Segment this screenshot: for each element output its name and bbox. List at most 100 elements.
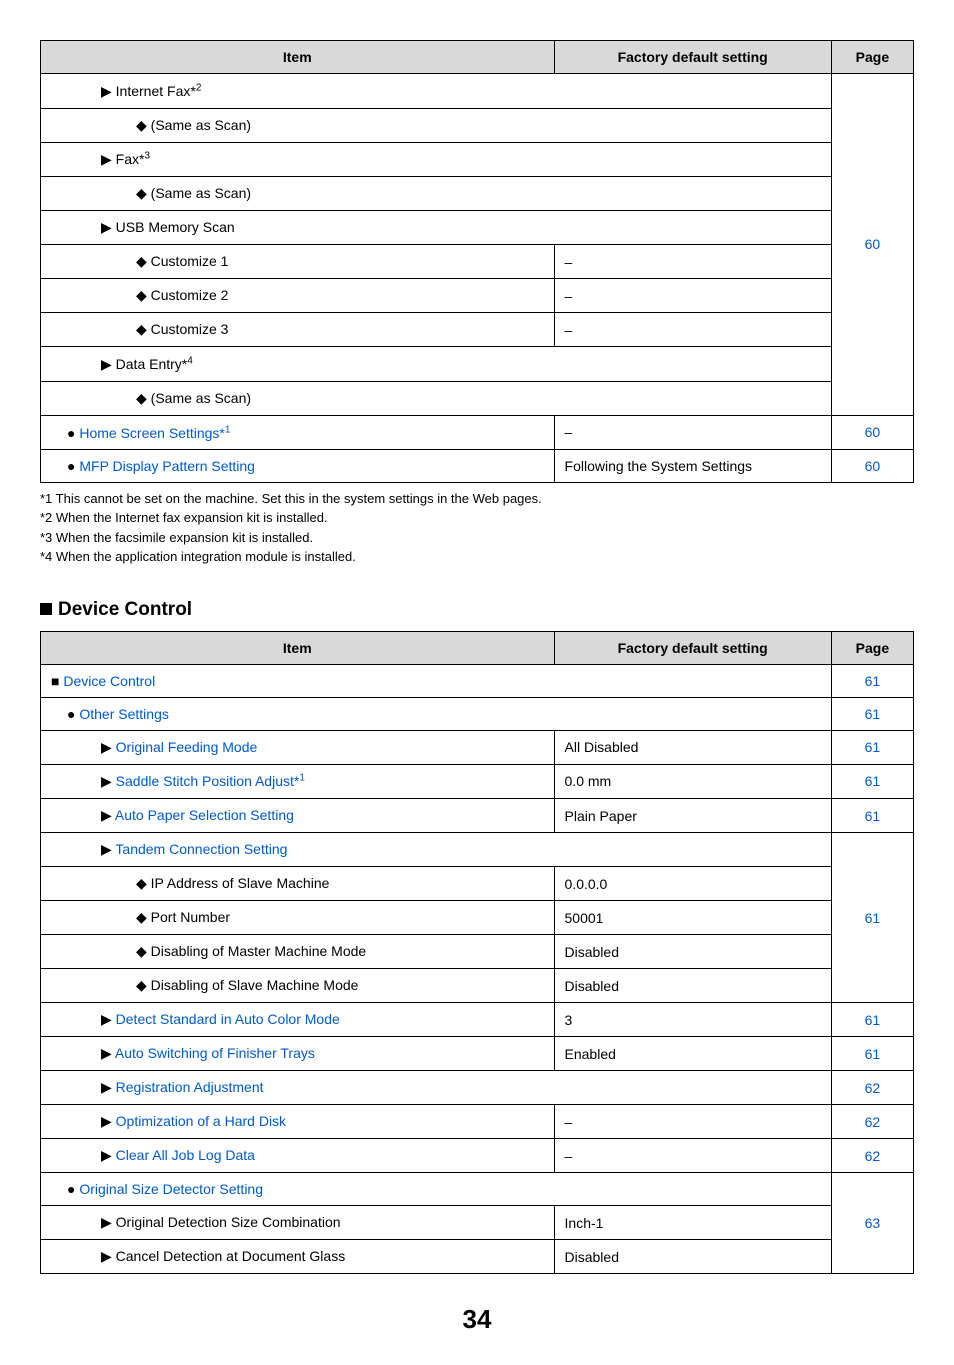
page-cell[interactable]: 62: [831, 1139, 913, 1173]
item-text[interactable]: Original Feeding Mode: [116, 739, 258, 755]
item-text: Internet Fax*2: [116, 83, 202, 99]
table-row: Port Number: [41, 901, 555, 935]
default-cell: Disabled: [554, 969, 831, 1003]
table-row[interactable]: Auto Paper Selection Setting: [41, 799, 555, 833]
item-text[interactable]: Auto Paper Selection Setting: [115, 807, 294, 823]
item-text[interactable]: Device Control: [63, 673, 155, 689]
default-cell: –: [554, 1105, 831, 1139]
page-cell[interactable]: 61: [831, 697, 913, 730]
table-row: Disabling of Master Machine Mode: [41, 935, 555, 969]
table-row[interactable]: Original Feeding Mode: [41, 730, 555, 764]
item-text: Customize 3: [151, 321, 229, 337]
table-row: (Same as Scan): [41, 108, 832, 142]
table-row: Customize 3: [41, 313, 555, 347]
table-row[interactable]: Detect Standard in Auto Color Mode: [41, 1003, 555, 1037]
default-cell: 0.0 mm: [554, 764, 831, 799]
page-cell[interactable]: 61: [831, 730, 913, 764]
page-cell[interactable]: 60: [831, 449, 913, 482]
default-cell: –: [554, 1139, 831, 1173]
default-cell: –: [554, 415, 831, 449]
item-text[interactable]: Clear All Job Log Data: [116, 1147, 255, 1163]
item-text: Cancel Detection at Document Glass: [116, 1248, 346, 1264]
default-cell: All Disabled: [554, 730, 831, 764]
footnote: *4 When the application integration modu…: [40, 547, 914, 567]
table-row[interactable]: Optimization of a Hard Disk: [41, 1105, 555, 1139]
table-row: Fax*3: [41, 142, 832, 177]
page-cell[interactable]: 63: [831, 1173, 913, 1274]
page-cell[interactable]: 61: [831, 664, 913, 697]
table-row[interactable]: Original Size Detector Setting: [41, 1173, 832, 1206]
footnotes: *1 This cannot be set on the machine. Se…: [40, 489, 914, 567]
section-title-text: Device Control: [58, 599, 192, 620]
footnote: *2 When the Internet fax expansion kit i…: [40, 508, 914, 528]
footnote: *3 When the facsimile expansion kit is i…: [40, 528, 914, 548]
default-cell: Enabled: [554, 1037, 831, 1071]
th-item: Item: [41, 41, 555, 74]
square-icon: [40, 603, 52, 615]
item-text: Customize 2: [151, 287, 229, 303]
page-cell[interactable]: 61: [831, 764, 913, 799]
table-row: Original Detection Size Combination: [41, 1206, 555, 1240]
default-cell: 0.0.0.0: [554, 867, 831, 901]
item-text: (Same as Scan): [151, 390, 251, 406]
item-text[interactable]: Optimization of a Hard Disk: [116, 1113, 286, 1129]
table-row[interactable]: MFP Display Pattern Setting: [41, 449, 555, 482]
table-row: Customize 2: [41, 279, 555, 313]
page-cell[interactable]: 61: [831, 799, 913, 833]
default-cell: –: [554, 313, 831, 347]
page-cell[interactable]: 61: [831, 833, 913, 1003]
table-row: IP Address of Slave Machine: [41, 867, 555, 901]
item-text: Port Number: [151, 909, 230, 925]
default-cell: Disabled: [554, 1240, 831, 1274]
default-cell: –: [554, 279, 831, 313]
table-row: Cancel Detection at Document Glass: [41, 1240, 555, 1274]
section-device-control: Device Control: [40, 599, 914, 621]
item-text[interactable]: Original Size Detector Setting: [79, 1181, 263, 1197]
item-text: Data Entry*4: [116, 356, 193, 372]
item-text[interactable]: Home Screen Settings*1: [79, 425, 230, 441]
item-text: Original Detection Size Combination: [116, 1214, 341, 1230]
th-default: Factory default setting: [554, 631, 831, 664]
settings-table-1: Item Factory default setting Page Intern…: [40, 40, 914, 483]
page-cell[interactable]: 61: [831, 1037, 913, 1071]
table-row[interactable]: Other Settings: [41, 697, 832, 730]
footnote: *1 This cannot be set on the machine. Se…: [40, 489, 914, 509]
page-cell[interactable]: 60: [831, 74, 913, 416]
table-row: Customize 1: [41, 245, 555, 279]
default-cell: –: [554, 245, 831, 279]
page-cell[interactable]: 61: [831, 1003, 913, 1037]
item-text: (Same as Scan): [151, 117, 251, 133]
default-cell: 50001: [554, 901, 831, 935]
th-item: Item: [41, 631, 555, 664]
item-text[interactable]: Tandem Connection Setting: [115, 841, 287, 857]
page-number: 34: [40, 1304, 914, 1335]
item-text[interactable]: Saddle Stitch Position Adjust*1: [116, 773, 305, 789]
table-row[interactable]: Device Control: [41, 664, 832, 697]
item-text[interactable]: Registration Adjustment: [116, 1079, 264, 1095]
default-cell: Inch-1: [554, 1206, 831, 1240]
table-row: Internet Fax*2: [41, 74, 832, 109]
th-page: Page: [831, 41, 913, 74]
item-text: IP Address of Slave Machine: [151, 875, 330, 891]
default-cell: 3: [554, 1003, 831, 1037]
table-row[interactable]: Tandem Connection Setting: [41, 833, 832, 867]
table-row[interactable]: Home Screen Settings*1: [41, 415, 555, 449]
table-row[interactable]: Saddle Stitch Position Adjust*1: [41, 764, 555, 799]
item-text[interactable]: MFP Display Pattern Setting: [79, 458, 255, 474]
table-row[interactable]: Clear All Job Log Data: [41, 1139, 555, 1173]
table-row: USB Memory Scan: [41, 211, 832, 245]
th-page: Page: [831, 631, 913, 664]
table-row: Data Entry*4: [41, 347, 832, 382]
page-cell[interactable]: 62: [831, 1071, 913, 1105]
settings-table-2: Item Factory default setting Page Device…: [40, 631, 914, 1275]
item-text[interactable]: Auto Switching of Finisher Trays: [115, 1045, 315, 1061]
table-row: (Same as Scan): [41, 381, 832, 415]
page-cell[interactable]: 62: [831, 1105, 913, 1139]
item-text: (Same as Scan): [151, 185, 251, 201]
table-row: Disabling of Slave Machine Mode: [41, 969, 555, 1003]
item-text[interactable]: Other Settings: [79, 706, 169, 722]
item-text[interactable]: Detect Standard in Auto Color Mode: [116, 1011, 340, 1027]
table-row[interactable]: Registration Adjustment: [41, 1071, 832, 1105]
page-cell[interactable]: 60: [831, 415, 913, 449]
table-row[interactable]: Auto Switching of Finisher Trays: [41, 1037, 555, 1071]
